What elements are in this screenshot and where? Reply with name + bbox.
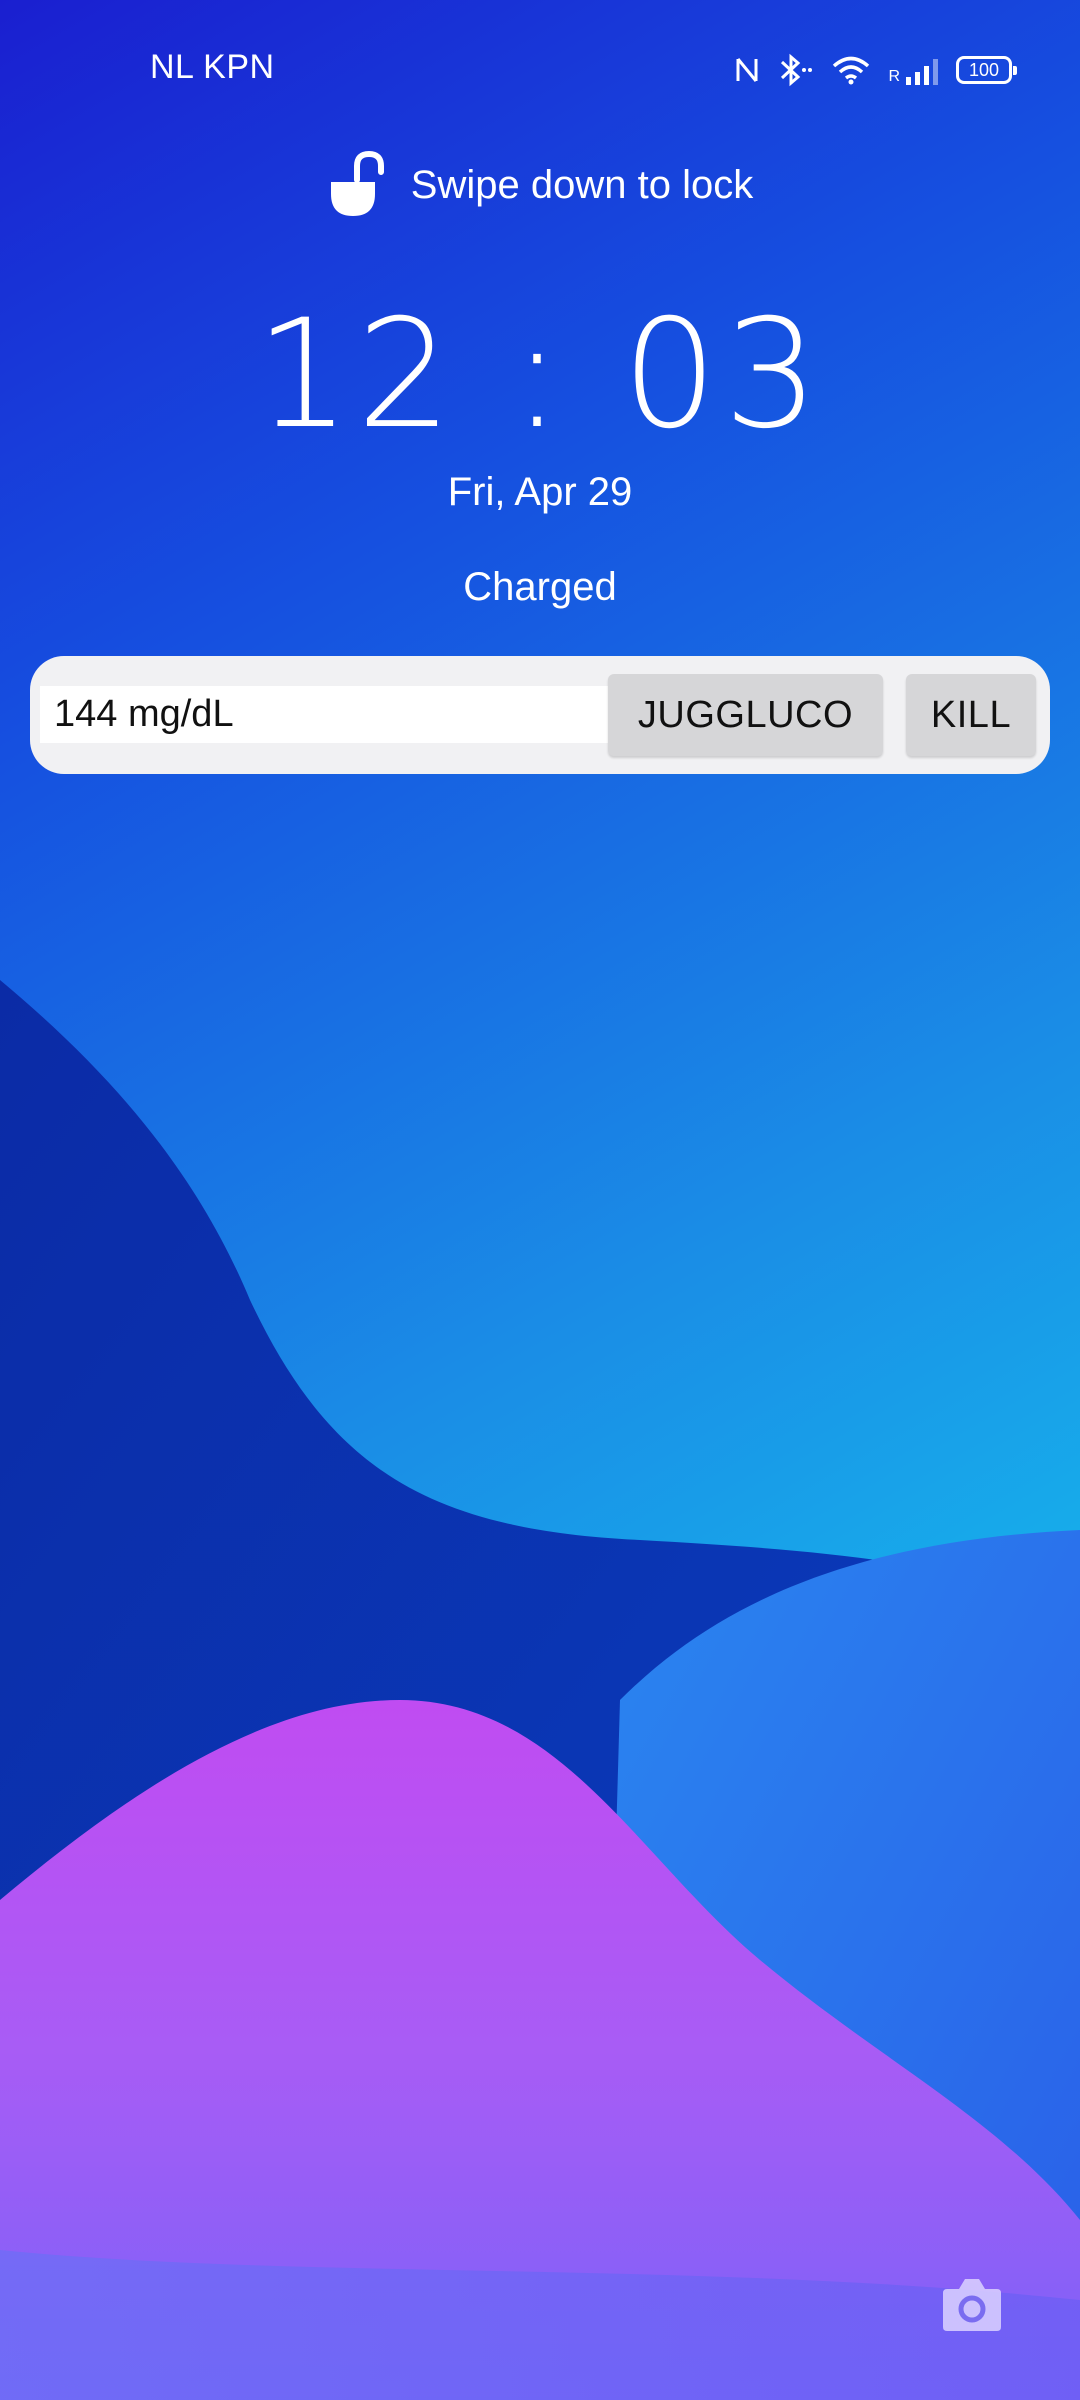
signal-icon: R <box>888 55 938 85</box>
status-bar: NL KPN R 100 <box>0 40 1080 100</box>
battery-level: 100 <box>968 59 1000 80</box>
roaming-indicator: R <box>888 68 900 85</box>
kill-button[interactable]: KILL <box>906 674 1036 756</box>
bluetooth-icon <box>781 53 813 87</box>
nfc-icon <box>736 58 758 82</box>
clock-date: Fri, Apr 29 <box>447 470 633 514</box>
juggluco-widget: 144 mg/dL JUGGLUCO KILL <box>30 656 1050 774</box>
unlock-icon <box>330 150 384 216</box>
camera-icon[interactable] <box>941 2275 1003 2333</box>
charging-status: Charged <box>463 565 617 609</box>
juggluco-button[interactable]: JUGGLUCO <box>608 674 883 756</box>
glucose-value: 144 mg/dL <box>40 686 627 743</box>
status-icons: R 100 <box>734 48 1017 92</box>
clock-time: 12 : 03 <box>255 288 825 462</box>
carrier-label: NL KPN <box>150 48 275 86</box>
lock-screen: NL KPN R 100 Swipe down to lock 12: 03 … <box>0 0 1080 2400</box>
lock-hint[interactable]: Swipe down to lock <box>0 150 1080 220</box>
lock-hint-text: Swipe down to lock <box>410 162 754 207</box>
battery-indicator: 100 <box>956 56 1017 84</box>
wifi-icon <box>833 56 870 85</box>
